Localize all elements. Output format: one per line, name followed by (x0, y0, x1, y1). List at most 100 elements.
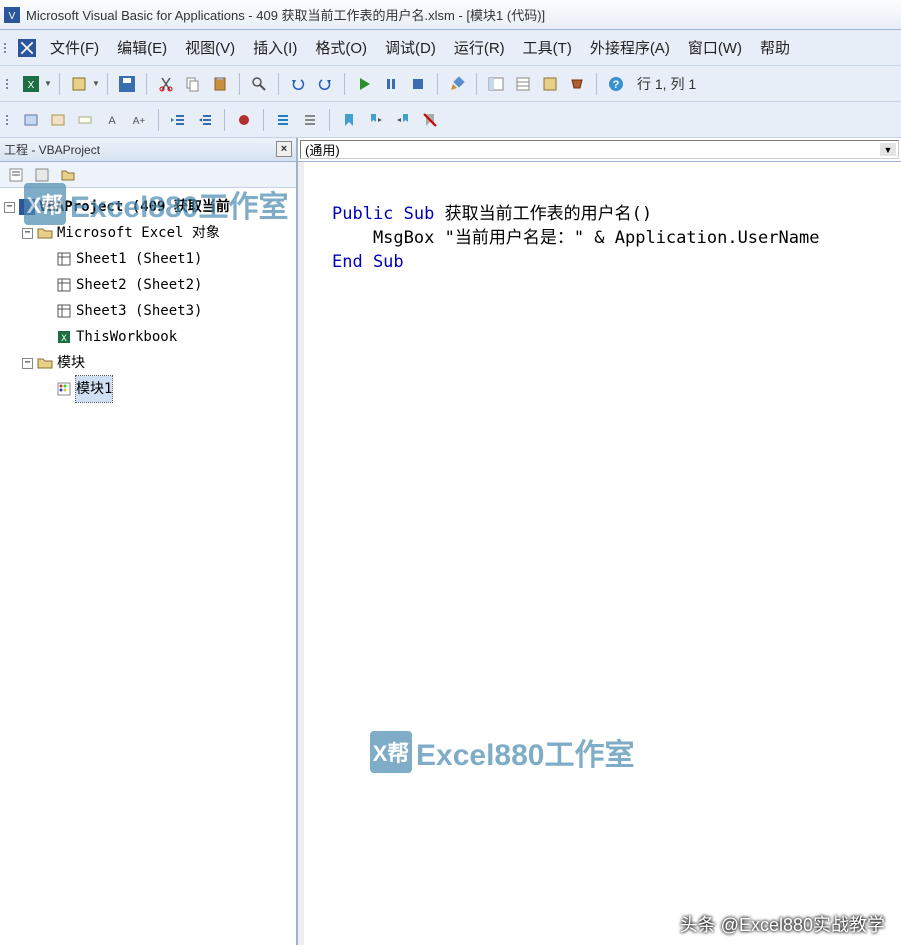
worksheet-icon (56, 277, 72, 293)
toolbox-button[interactable] (565, 72, 589, 96)
view-object-button[interactable] (30, 163, 54, 187)
tree-label: Sheet2 (Sheet2) (76, 272, 202, 298)
object-combo-value: (通用) (305, 140, 340, 159)
menu-tools[interactable]: 工具(T) (515, 33, 580, 62)
tree-modules-folder[interactable]: − 模块 (4, 350, 292, 376)
toolbar-grip[interactable] (6, 109, 12, 131)
vba-app-icon: V (4, 7, 20, 23)
module-icon (56, 381, 72, 397)
chevron-down-icon: ▼ (880, 143, 896, 156)
workspace: 工程 - VBAProject × − VBAProject (409 获取当前… (0, 138, 901, 945)
toggle-breakpoint-button[interactable] (232, 108, 256, 132)
separator (107, 73, 108, 95)
quick-info-button[interactable] (73, 108, 97, 132)
tree-module1[interactable]: 模块1 (4, 376, 292, 402)
outdent-button[interactable] (193, 108, 217, 132)
menu-run[interactable]: 运行(R) (446, 33, 513, 62)
code-text: MsgBox "当前用户名是：" & Application.UserName (332, 228, 819, 248)
run-button[interactable] (352, 72, 376, 96)
insert-module-button[interactable] (67, 72, 91, 96)
code-text-area[interactable]: Public Sub 获取当前工作表的用户名() MsgBox "当前用户名是：… (298, 162, 901, 945)
separator (263, 109, 264, 131)
project-icon (19, 199, 35, 215)
find-button[interactable] (247, 72, 271, 96)
complete-word-button[interactable]: A+ (127, 108, 151, 132)
menu-edit[interactable]: 编辑(E) (109, 33, 175, 62)
toolbar-grip[interactable] (6, 73, 12, 95)
tree-sheet3[interactable]: Sheet3 (Sheet3) (4, 298, 292, 324)
cut-button[interactable] (154, 72, 178, 96)
view-excel-button[interactable]: X (19, 72, 43, 96)
next-bookmark-button[interactable] (364, 108, 388, 132)
system-menu-icon[interactable] (18, 39, 36, 57)
toggle-folders-button[interactable] (56, 163, 80, 187)
separator (239, 73, 240, 95)
list-constants-button[interactable] (46, 108, 70, 132)
project-panel-header: 工程 - VBAProject × (0, 138, 296, 162)
separator (146, 73, 147, 95)
workbook-icon: X (56, 329, 72, 345)
svg-text:?: ? (613, 79, 620, 91)
tree-excel-objects[interactable]: − Microsoft Excel 对象 (4, 220, 292, 246)
menu-bar: 文件(F) 编辑(E) 视图(V) 插入(I) 格式(O) 调试(D) 运行(R… (0, 30, 901, 66)
properties-window-button[interactable] (511, 72, 535, 96)
tree-sheet1[interactable]: Sheet1 (Sheet1) (4, 246, 292, 272)
object-combobox[interactable]: (通用) ▼ (300, 140, 899, 159)
menu-debug[interactable]: 调试(D) (377, 33, 444, 62)
copy-button[interactable] (181, 72, 205, 96)
uncomment-block-button[interactable] (298, 108, 322, 132)
menu-addins[interactable]: 外接程序(A) (582, 33, 678, 62)
previous-bookmark-button[interactable] (391, 108, 415, 132)
collapse-icon[interactable]: − (4, 202, 15, 213)
clear-bookmarks-button[interactable] (418, 108, 442, 132)
close-panel-button[interactable]: × (276, 141, 292, 157)
list-properties-button[interactable] (19, 108, 43, 132)
toggle-bookmark-button[interactable] (337, 108, 361, 132)
break-button[interactable] (379, 72, 403, 96)
view-excel-dropdown[interactable]: ▼ (44, 79, 52, 88)
svg-text:A+: A+ (133, 116, 146, 127)
menu-format[interactable]: 格式(O) (307, 33, 375, 62)
help-button[interactable]: ? (604, 72, 628, 96)
edit-toolbar: A A+ (0, 102, 901, 138)
worksheet-icon (56, 303, 72, 319)
separator (59, 73, 60, 95)
svg-text:X: X (61, 334, 67, 344)
code-editor: (通用) ▼ Public Sub 获取当前工作表的用户名() MsgBox "… (298, 138, 901, 945)
collapse-icon[interactable]: − (22, 358, 33, 369)
menu-grip[interactable] (4, 37, 10, 59)
separator (344, 73, 345, 95)
folder-icon (37, 355, 53, 371)
worksheet-icon (56, 251, 72, 267)
project-tree[interactable]: − VBAProject (409 获取当前 − Microsoft Excel… (0, 188, 296, 945)
undo-button[interactable] (286, 72, 310, 96)
reset-button[interactable] (406, 72, 430, 96)
view-code-button[interactable] (4, 163, 28, 187)
design-mode-button[interactable] (445, 72, 469, 96)
keyword: End Sub (332, 252, 404, 272)
tree-thisworkbook[interactable]: X ThisWorkbook (4, 324, 292, 350)
redo-button[interactable] (313, 72, 337, 96)
project-explorer-button[interactable] (484, 72, 508, 96)
tree-root[interactable]: − VBAProject (409 获取当前 (4, 194, 292, 220)
menu-help[interactable]: 帮助 (752, 33, 798, 62)
menu-view[interactable]: 视图(V) (177, 33, 243, 62)
separator (158, 109, 159, 131)
collapse-icon[interactable]: − (22, 228, 33, 239)
project-panel-toolbar (0, 162, 296, 188)
parameter-info-button[interactable]: A (100, 108, 124, 132)
menu-file[interactable]: 文件(F) (42, 33, 107, 62)
tree-sheet2[interactable]: Sheet2 (Sheet2) (4, 272, 292, 298)
insert-dropdown[interactable]: ▼ (92, 79, 100, 88)
paste-button[interactable] (208, 72, 232, 96)
keyword: Public Sub (332, 204, 434, 224)
menu-insert[interactable]: 插入(I) (245, 33, 305, 62)
comment-block-button[interactable] (271, 108, 295, 132)
folder-icon (37, 225, 53, 241)
code-text: 获取当前工作表的用户名() (434, 204, 652, 224)
object-browser-button[interactable] (538, 72, 562, 96)
menu-window[interactable]: 窗口(W) (680, 33, 750, 62)
indent-button[interactable] (166, 108, 190, 132)
svg-text:A: A (108, 115, 116, 127)
save-button[interactable] (115, 72, 139, 96)
